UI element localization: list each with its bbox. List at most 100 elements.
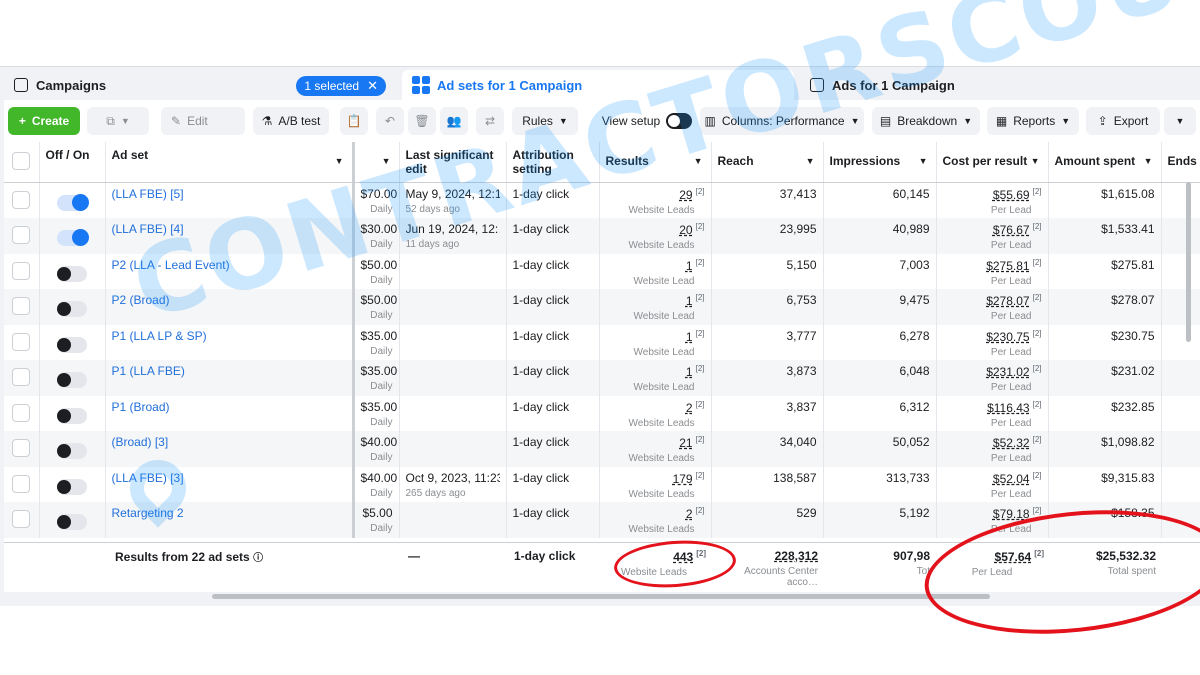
ends-cell [1161,395,1200,431]
sort-icon[interactable]: ▼ [335,156,344,166]
row-toggle-cell[interactable] [39,253,106,289]
adset-toggle[interactable] [57,265,87,282]
select-all-header[interactable] [4,142,40,183]
undo-button[interactable]: ↶ [376,107,404,135]
row-checkbox[interactable] [12,332,31,351]
results-type: Website Lead [633,382,695,393]
ab-test-button[interactable]: ⚗ A/B test [253,107,329,135]
table-row[interactable]: Retargeting 2 $5.00 Daily 1-day click 2 [2… [4,502,1200,538]
tab-campaigns[interactable]: Campaigns 1 selected ✕ [4,70,396,100]
row-select-cell[interactable] [4,324,40,360]
select-all-checkbox[interactable] [12,152,31,170]
close-icon[interactable]: ✕ [367,78,378,94]
adset-name-link[interactable]: P1 (LLA FBE) [112,364,185,378]
row-select-cell[interactable] [4,253,40,289]
adset-name-link[interactable]: (Broad) [3] [112,435,169,449]
row-toggle-cell[interactable] [39,466,106,502]
more-button[interactable]: ▼ [1164,107,1196,135]
selected-pill[interactable]: 1 selected ✕ [296,76,386,96]
adset-name-cell[interactable]: P1 (LLA FBE) [105,360,355,396]
reports-button[interactable]: ▦ Reports ▼ [987,107,1079,135]
row-toggle-cell[interactable] [39,289,106,325]
ends-cell [1161,431,1200,467]
row-select-cell[interactable] [4,466,40,502]
spent-header[interactable]: Amount spent ▼ [1048,142,1162,183]
row-checkbox[interactable] [12,403,31,422]
impressions-header[interactable]: Impressions ▼ [823,142,937,183]
info-icon[interactable]: ⓘ [253,553,263,564]
row-checkbox[interactable] [12,474,31,493]
delete-button[interactable]: 🗑 [408,107,436,135]
adset-toggle[interactable] [57,229,89,246]
row-select-cell[interactable] [4,182,40,218]
adset-name-link[interactable]: P1 (Broad) [112,400,170,414]
sort-icon[interactable]: ▼ [1144,156,1153,166]
row-toggle-cell[interactable] [39,395,106,431]
toggle-knob [57,266,71,281]
horizontal-scrollbar[interactable] [212,594,990,599]
adset-name-cell[interactable]: P1 (Broad) [105,395,355,431]
adset-toggle[interactable] [57,443,87,459]
adset-name-cell[interactable]: (Broad) [3] [105,431,355,467]
row-toggle-cell[interactable] [39,218,106,254]
table-row[interactable]: P1 (LLA FBE) $35.00 Daily 1-day click 1 [2… [4,360,1200,396]
vertical-scrollbar[interactable] [1186,182,1191,342]
clipboard-button[interactable]: 📋 [340,107,368,135]
row-toggle-cell[interactable] [39,431,106,467]
budget-type: Daily [370,487,393,499]
row-toggle-cell[interactable] [39,502,106,538]
cpr-cell: $230.75 [2] Per Lead [936,324,1049,360]
row-toggle-cell[interactable] [39,360,106,396]
row-checkbox[interactable] [12,439,31,457]
row-select-cell[interactable] [4,218,40,254]
adset-name-link[interactable]: (LLA FBE) [5] [112,187,184,201]
row-select-cell[interactable] [4,502,40,538]
row-checkbox[interactable] [12,368,31,386]
edit-label: Edit [187,114,208,128]
budget-type: Daily [370,310,393,321]
summary-impressions: 907,98 Tot [826,549,930,577]
table-row[interactable]: (Broad) [3] $40.00 Daily 1-day click 21 [2… [4,431,1200,467]
adset-name-cell[interactable]: P1 (LLA LP & SP) [105,324,355,360]
row-checkbox[interactable] [12,261,31,280]
row-checkbox[interactable] [12,510,31,528]
export-button[interactable]: ⇪ Export [1086,107,1160,135]
row-toggle-cell[interactable] [39,182,106,218]
adset-toggle[interactable] [57,336,87,353]
results-cell: 2 [2] Website Leads [599,502,712,538]
cpr-header[interactable]: Cost per result ▼ [936,142,1049,183]
footnote: [2] [1032,470,1042,480]
footnote: [2] [1032,435,1042,444]
sort-icon[interactable]: ▼ [806,156,815,166]
row-select-cell[interactable] [4,395,40,431]
clipboard-icon: 📋 [346,114,362,128]
adset-toggle[interactable] [57,514,87,530]
row-checkbox[interactable] [12,191,31,209]
cpr-value: $52.04 [992,471,1030,486]
adset-toggle[interactable] [57,478,87,495]
row-checkbox[interactable] [12,226,31,244]
edit-button[interactable]: ✎ Edit [161,107,245,135]
create-button[interactable]: + Create [8,107,80,135]
row-checkbox[interactable] [12,297,31,315]
sort-icon[interactable]: ▼ [1031,156,1040,166]
impressions-cell: 313,733 [823,466,937,502]
row-select-cell[interactable] [4,431,40,467]
budget-type: Daily [370,345,393,357]
adset-toggle[interactable] [57,407,87,424]
adset-toggle[interactable] [57,301,87,317]
sort-icon[interactable]: ▼ [919,156,928,166]
footnote: [2] [696,549,706,558]
toggle-knob [57,515,71,529]
undo-icon: ↶ [384,114,396,128]
impressions-label: Impressions [829,154,901,168]
adset-toggle[interactable] [57,194,89,211]
duplicate-button[interactable]: ⧉ ▼ [87,107,149,135]
row-select-cell[interactable] [4,360,40,396]
row-select-cell[interactable] [4,289,40,325]
results-value: 179 [672,471,693,486]
table-row[interactable]: P1 (Broad) $35.00 Daily 1-day click 2 [2] W… [4,395,1200,431]
adset-toggle[interactable] [57,372,87,388]
row-toggle-cell[interactable] [39,324,106,360]
cpr-type: Per Lead [990,524,1032,535]
